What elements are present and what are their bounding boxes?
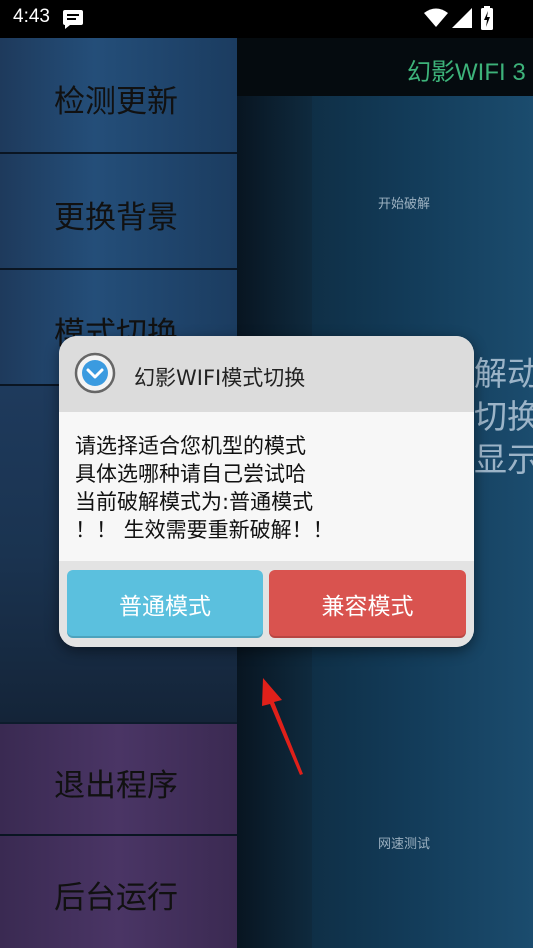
dialog-message-line: 请选择适合您机型的模式	[75, 434, 306, 458]
app-title: 幻影WIFI 3	[407, 59, 526, 86]
side-text-line: 切换	[474, 397, 533, 436]
app-titlebar: 幻影WIFI 3	[237, 38, 533, 96]
dialog-body: 请选择适合您机型的模式 具体选哪种请自己尝试哈 当前破解模式为:普通模式 ！！ …	[59, 412, 474, 561]
side-text-line: 解动	[474, 354, 533, 393]
status-bar: 4:43	[0, 0, 533, 38]
dialog-title: 幻影WIFI模式切换	[134, 366, 306, 390]
normal-mode-button[interactable]: 普通模式	[67, 570, 263, 638]
dialog-message-line: 具体选哪种请自己尝试哈	[75, 462, 306, 486]
drawer-item-check-update[interactable]: 检测更新	[0, 38, 237, 154]
annotation-arrow-icon	[255, 676, 307, 782]
drawer-item-label: 后台运行	[54, 880, 178, 916]
mode-switch-dialog: 幻影WIFI模式切换 请选择适合您机型的模式 具体选哪种请自己尝试哈 当前破解模…	[59, 336, 474, 647]
message-icon	[62, 9, 84, 33]
speed-test-label[interactable]: 网速测试	[378, 833, 430, 852]
chevron-down-circle-icon	[74, 352, 116, 394]
start-crack-label[interactable]: 开始破解	[378, 193, 430, 212]
wifi-icon	[424, 8, 448, 32]
drawer-item-label: 检测更新	[54, 84, 178, 120]
dialog-footer: 普通模式 兼容模式	[59, 561, 474, 647]
drawer-item-change-background[interactable]: 更换背景	[0, 154, 237, 270]
signal-icon	[452, 8, 472, 32]
dialog-message-line: ！！ 生效需要重新破解！！	[75, 518, 334, 542]
app-side-text: 解动 切换 显示	[474, 352, 533, 481]
side-text-line: 显示	[474, 440, 533, 479]
drawer-item-label: 更换背景	[54, 200, 178, 236]
dialog-message-line: 当前破解模式为:普通模式	[75, 490, 314, 514]
status-time: 4:43	[13, 6, 50, 27]
dialog-header: 幻影WIFI模式切换	[59, 336, 474, 412]
compatible-mode-button[interactable]: 兼容模式	[269, 570, 466, 638]
battery-charging-icon	[481, 6, 493, 34]
drawer-item-run-background[interactable]: 后台运行	[0, 836, 237, 948]
drawer-item-exit[interactable]: 退出程序	[0, 724, 237, 836]
drawer-item-label: 退出程序	[54, 768, 178, 804]
